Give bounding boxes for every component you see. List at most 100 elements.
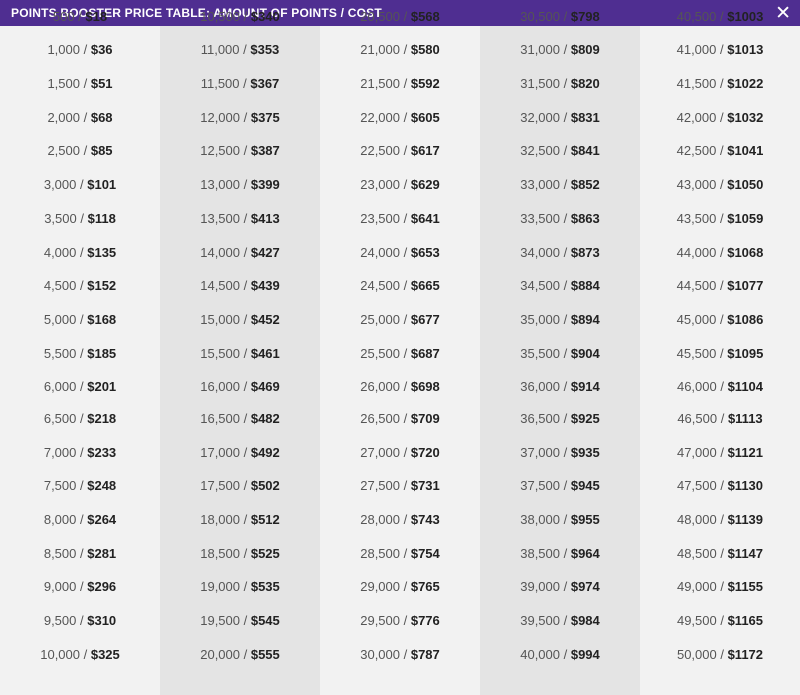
cost-amount: $904 — [570, 346, 600, 361]
price-cell: 28,000 / $743 — [320, 508, 480, 532]
cost-amount: $1041 — [727, 143, 764, 158]
price-cell: 2,500 / $85 — [0, 139, 160, 163]
separator: / — [240, 177, 251, 192]
separator: / — [240, 312, 251, 327]
cost-amount: $754 — [410, 546, 440, 561]
price-cell: 43,500 / $1059 — [640, 207, 800, 231]
cost-amount: $545 — [250, 613, 280, 628]
points-amount: 35,000 — [520, 312, 560, 327]
separator: / — [716, 211, 728, 226]
cost-amount: $617 — [410, 143, 440, 158]
separator: / — [560, 143, 571, 158]
separator: / — [560, 42, 571, 57]
price-cell: 16,000 / $469 — [160, 375, 320, 399]
cost-amount: $914 — [570, 379, 600, 394]
separator: / — [400, 245, 411, 260]
cost-amount: $185 — [87, 346, 117, 361]
price-cell: 12,000 / $375 — [160, 106, 320, 130]
cost-amount: $677 — [410, 312, 440, 327]
separator: / — [560, 379, 571, 394]
separator: / — [240, 411, 251, 426]
points-amount: 32,000 — [520, 110, 560, 125]
price-table-modal: POINTS BOOSTER PRICE TABLE: AMOUNT OF PO… — [0, 0, 800, 695]
points-amount: 38,500 — [520, 546, 560, 561]
separator: / — [240, 110, 251, 125]
cost-amount: $1130 — [727, 478, 764, 493]
separator: / — [400, 42, 411, 57]
price-cell: 34,000 / $873 — [480, 241, 640, 265]
separator: / — [560, 647, 571, 662]
separator: / — [560, 411, 571, 426]
price-cell: 28,500 / $754 — [320, 542, 480, 566]
cost-amount: $51 — [90, 76, 113, 91]
separator: / — [76, 579, 88, 594]
points-amount: 5,000 — [43, 312, 77, 327]
separator: / — [716, 110, 728, 125]
points-amount: 2,500 — [47, 143, 80, 158]
cost-amount: $743 — [410, 512, 440, 527]
cost-amount: $1077 — [727, 278, 764, 293]
points-amount: 20,000 — [200, 647, 240, 662]
separator: / — [716, 177, 728, 192]
price-cell: 41,000 / $1013 — [640, 38, 800, 62]
price-cell: 13,000 / $399 — [160, 173, 320, 197]
separator: / — [716, 346, 728, 361]
separator: / — [717, 411, 728, 426]
price-cell: 22,000 / $605 — [320, 106, 480, 130]
separator: / — [240, 647, 251, 662]
cost-amount: $281 — [87, 546, 117, 561]
separator: / — [560, 613, 571, 628]
points-amount: 20,500 — [360, 9, 400, 24]
separator: / — [240, 245, 251, 260]
points-amount: 32,500 — [520, 143, 560, 158]
cost-amount: $482 — [250, 411, 280, 426]
cost-amount: $974 — [570, 579, 600, 594]
cost-amount: $353 — [250, 42, 280, 57]
cost-amount: $629 — [410, 177, 440, 192]
price-cell: 20,000 / $555 — [160, 643, 320, 667]
price-cell: 30,000 / $787 — [320, 643, 480, 667]
points-amount: 42,000 — [676, 110, 717, 125]
separator: / — [240, 445, 251, 460]
cost-amount: $248 — [87, 478, 117, 493]
price-cell: 5,500 / $185 — [0, 342, 160, 366]
price-cell: 49,500 / $1165 — [640, 609, 800, 633]
points-amount: 46,500 — [677, 411, 718, 426]
points-amount: 12,500 — [200, 143, 240, 158]
points-amount: 11,000 — [200, 42, 240, 57]
separator: / — [560, 512, 571, 527]
separator: / — [400, 278, 411, 293]
points-amount: 7,500 — [43, 478, 77, 493]
separator: / — [560, 278, 571, 293]
price-cell: 13,500 / $413 — [160, 207, 320, 231]
separator: / — [716, 42, 728, 57]
price-cell: 500 / $18 — [0, 5, 160, 29]
cost-amount: $1013 — [727, 42, 764, 57]
points-amount: 43,500 — [676, 211, 717, 226]
separator: / — [560, 312, 571, 327]
cost-amount: $201 — [87, 379, 117, 394]
separator: / — [400, 546, 411, 561]
price-cell: 7,500 / $248 — [0, 474, 160, 498]
points-amount: 9,500 — [43, 613, 77, 628]
separator: / — [239, 42, 251, 57]
points-amount: 23,500 — [360, 211, 400, 226]
cost-amount: $233 — [87, 445, 117, 460]
separator: / — [240, 143, 251, 158]
separator: / — [76, 512, 88, 527]
cost-amount: $555 — [250, 647, 280, 662]
separator: / — [400, 647, 411, 662]
points-amount: 47,000 — [676, 445, 717, 460]
points-amount: 26,000 — [360, 379, 400, 394]
points-amount: 43,000 — [676, 177, 717, 192]
cost-amount: $945 — [570, 478, 600, 493]
points-amount: 18,000 — [200, 512, 240, 527]
points-amount: 24,500 — [360, 278, 400, 293]
cost-amount: $296 — [87, 579, 117, 594]
separator: / — [76, 379, 88, 394]
points-amount: 1,500 — [47, 76, 80, 91]
price-cell: 43,000 / $1050 — [640, 173, 800, 197]
cost-amount: $118 — [87, 211, 116, 226]
cost-amount: $984 — [570, 613, 600, 628]
price-cell: 14,500 / $439 — [160, 274, 320, 298]
